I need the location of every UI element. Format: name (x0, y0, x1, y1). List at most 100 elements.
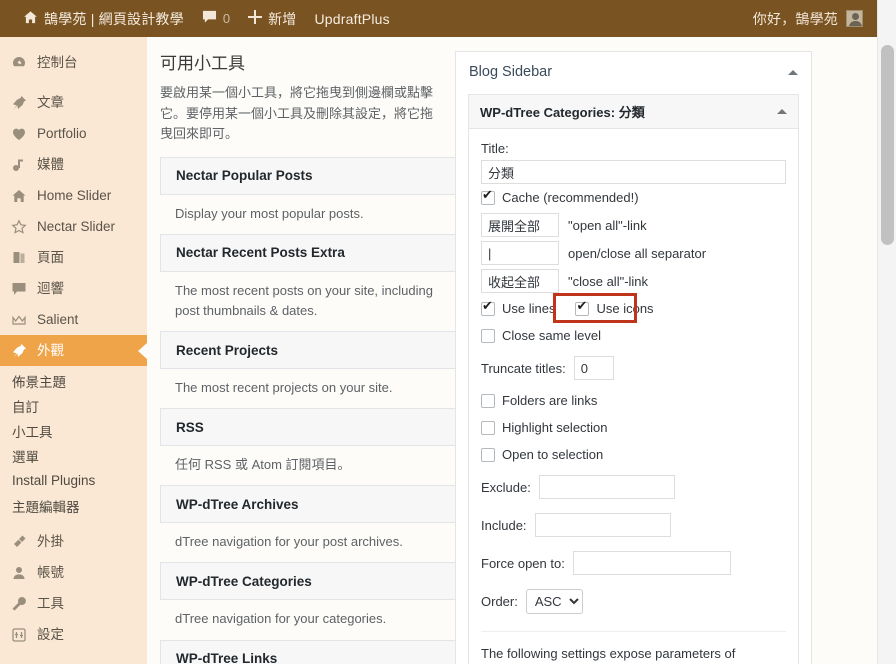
widget-card[interactable]: Nectar Popular Posts (160, 156, 456, 195)
blog-sidebar-panel: Blog Sidebar WP-dTree Categories: 分類 Tit… (455, 51, 812, 664)
cache-checkbox[interactable] (481, 188, 495, 205)
widget-card[interactable]: RSS (160, 408, 456, 447)
home-icon (10, 187, 28, 205)
close-same-level-row[interactable]: Close same level (481, 322, 786, 349)
adminbar-updraftplus[interactable]: UpdraftPlus (305, 0, 398, 37)
widget-header[interactable]: WP-dTree Categories: 分類 (469, 95, 798, 129)
adminbar-new-content[interactable]: 新增 (239, 0, 305, 37)
cache-row[interactable]: Cache (recommended!) (481, 184, 786, 211)
close-all-input[interactable] (481, 269, 559, 293)
sidebar-item-pages[interactable]: 頁面 (0, 242, 147, 273)
use-icons-label: Use icons (596, 301, 654, 316)
sidebar-item-dashboard[interactable]: 控制台 (0, 47, 147, 78)
sidebar-item-label: 帳號 (37, 565, 64, 581)
pages-icon (10, 249, 28, 267)
collapse-menu-button[interactable]: 摺疊選單 (0, 659, 147, 664)
vertical-scrollbar-track[interactable] (877, 0, 896, 664)
highlight-selection-row[interactable]: Highlight selection (481, 414, 786, 441)
sidebar-item-salient[interactable]: Salient (0, 304, 147, 335)
sidebar-item-comments[interactable]: 迴響 (0, 273, 147, 304)
use-lines-checkbox[interactable] (481, 299, 495, 316)
user-icon (10, 564, 28, 582)
widget-card[interactable]: WP-dTree Links (160, 639, 456, 664)
title-input[interactable] (481, 160, 786, 184)
open-all-row: "open all"-link (481, 211, 786, 239)
widget-description: 任何 RSS 或 Atom 訂閱項目。 (175, 457, 351, 473)
sidebar-item-label: 媒體 (37, 157, 64, 173)
sidebar-item-media[interactable]: 媒體 (0, 149, 147, 180)
order-select[interactable]: ASC (525, 589, 583, 614)
submenu-item-themes[interactable]: 佈景主題 (0, 368, 147, 393)
include-input[interactable] (534, 513, 671, 537)
sidebar-item-settings[interactable]: 設定 (0, 619, 147, 650)
user-avatar-icon (846, 10, 863, 27)
chevron-up-icon[interactable] (788, 69, 798, 75)
plus-icon (248, 10, 263, 27)
title-label: Title: (481, 141, 509, 156)
sidebar-item-nectar-slider[interactable]: Nectar Slider (0, 211, 147, 242)
comment-count: 0 (222, 11, 231, 26)
exclude-input[interactable] (538, 475, 675, 499)
sidebar-item-posts[interactable]: 文章 (0, 87, 147, 118)
portfolio-icon (10, 125, 28, 143)
blog-sidebar-header[interactable]: Blog Sidebar (456, 52, 811, 92)
submenu-item-theme-editor[interactable]: 主題編輯器 (0, 493, 147, 518)
submenu-item-install-plugins[interactable]: Install Plugins (0, 468, 147, 493)
force-open-input[interactable] (572, 551, 731, 575)
use-icons-checkbox[interactable] (575, 299, 590, 316)
sidebar-item-users[interactable]: 帳號 (0, 557, 147, 588)
open-all-label: "open all"-link (568, 217, 647, 233)
adminbar-comments[interactable]: 0 (193, 0, 239, 37)
admin-sidebar-menu: 控制台 文章 Portfolio 媒體 Home Slider Nectar S… (0, 37, 147, 664)
settings-note: The following settings expose parameters… (481, 646, 736, 661)
submenu-item-customize[interactable]: 自訂 (0, 393, 147, 418)
widget-card[interactable]: WP-dTree Categories (160, 562, 456, 601)
truncate-input[interactable] (573, 356, 614, 380)
sidebar-item-label: 迴響 (37, 281, 64, 297)
menu-separator (0, 78, 147, 87)
crown-icon (10, 311, 28, 329)
admin-bar: 鵠學苑 | 網頁設計教學 0 新增 UpdraftPlus 你好，鵠學苑 (0, 0, 877, 37)
blog-sidebar-title: Blog Sidebar (469, 64, 553, 80)
widget-card[interactable]: Nectar Recent Posts Extra (160, 233, 456, 272)
open-to-selection-row[interactable]: Open to selection (481, 441, 786, 468)
sidebar-item-plugins[interactable]: 外掛 (0, 526, 147, 557)
sidebar-item-label: 外掛 (37, 534, 64, 550)
use-icons-row[interactable]: Use icons (575, 299, 654, 316)
include-row: Include: (481, 506, 786, 544)
available-widgets-column: 可用小工具 要啟用某一個小工具，將它拖曳到側邊欄或點擊它。要停用某一個小工具及刪… (160, 37, 456, 664)
open-all-input[interactable] (481, 213, 559, 237)
sidebar-item-portfolio[interactable]: Portfolio (0, 118, 147, 149)
close-same-level-checkbox[interactable] (481, 328, 495, 343)
adminbar-account[interactable]: 你好，鵠學苑 (753, 9, 863, 29)
available-widgets-title: 可用小工具 (160, 54, 245, 73)
submenu-item-widgets[interactable]: 小工具 (0, 418, 147, 443)
widget-card[interactable]: Recent Projects (160, 331, 456, 370)
menu-separator (0, 650, 147, 659)
widget-description: dTree navigation for your post archives. (175, 534, 403, 550)
truncate-label: Truncate titles: (481, 360, 566, 376)
settings-sliders-icon (10, 626, 28, 644)
sidebar-item-tools[interactable]: 工具 (0, 588, 147, 619)
adminbar-site-name[interactable]: 鵠學苑 | 網頁設計教學 (14, 0, 193, 37)
submenu-item-menus[interactable]: 選單 (0, 443, 147, 468)
sidebar-item-label: Salient (37, 312, 79, 328)
chevron-up-icon[interactable] (777, 109, 787, 114)
separator-input[interactable] (481, 241, 559, 265)
separator-label: open/close all separator (568, 245, 707, 261)
open-to-selection-checkbox[interactable] (481, 447, 495, 462)
use-lines-row[interactable]: Use lines (481, 299, 555, 316)
separator-row: open/close all separator (481, 239, 786, 267)
folders-links-row[interactable]: Folders are links (481, 387, 786, 414)
truncate-row: Truncate titles: (481, 349, 786, 387)
widget-card[interactable]: WP-dTree Archives (160, 485, 456, 524)
available-widgets-description: 要啟用某一個小工具，將它拖曳到側邊欄或點擊它。要停用某一個小工具及刪除其設定，將… (160, 85, 434, 142)
sidebar-item-label: 文章 (37, 95, 64, 111)
highlight-selection-checkbox[interactable] (481, 420, 495, 435)
order-row: Order: ASC (481, 582, 786, 621)
sidebar-item-label: Nectar Slider (37, 219, 116, 235)
sidebar-item-home-slider[interactable]: Home Slider (0, 180, 147, 211)
vertical-scrollbar-thumb[interactable] (881, 45, 894, 245)
folders-are-links-checkbox[interactable] (481, 393, 495, 408)
sidebar-item-appearance[interactable]: 外觀 (0, 335, 147, 366)
